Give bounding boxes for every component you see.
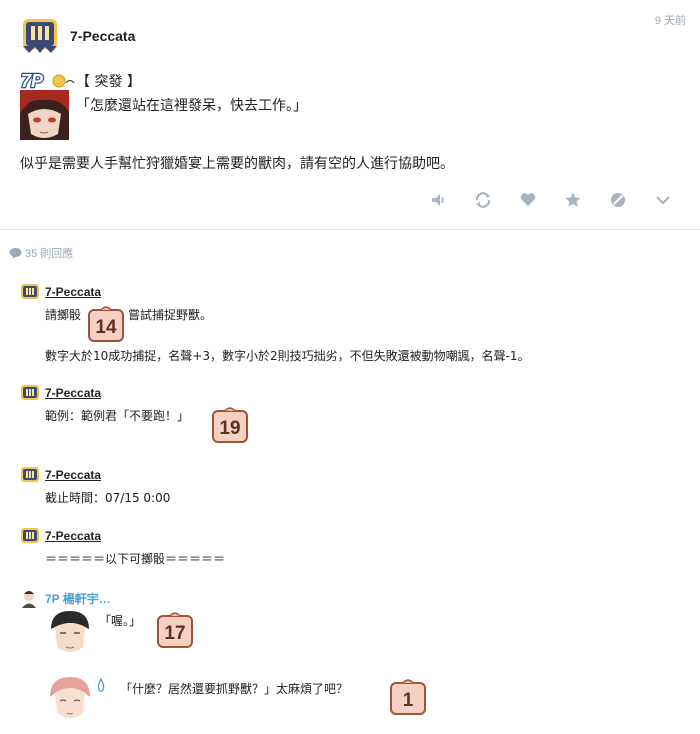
comment-author[interactable]: 7P 楊軒宇… [45, 590, 111, 607]
post-time: 9 天前 [654, 15, 686, 27]
dice-result: 17 [156, 611, 194, 649]
post-body: 似乎是需要人手幫忙狩獵婚宴上需要的獸肉，請有空的人進行協助吧。 [20, 156, 454, 172]
post-actions [420, 190, 680, 212]
character-portrait [45, 609, 95, 657]
repost-icon[interactable] [473, 190, 493, 210]
sweat-drop-icon [97, 677, 105, 693]
block-icon[interactable] [608, 190, 628, 210]
dice-number: 19 [219, 418, 241, 439]
comment-avatar[interactable] [19, 283, 41, 301]
post-author[interactable]: 7-Peccata [70, 28, 135, 44]
comment-text: 數字大於10成功捕捉，名聲+3，數字小於2則技巧拙劣，不但失敗還被動物嘲諷，名聲… [45, 349, 530, 363]
post-tag: 【 突發 】 [76, 74, 141, 90]
speaker-icon[interactable] [428, 190, 448, 210]
comment-text: 請擲骰 [45, 308, 82, 322]
comment-text: 範例：範例君「不要跑！」 [45, 409, 190, 423]
user-avatar[interactable] [19, 588, 39, 608]
guild-emblem-avatar[interactable] [19, 16, 61, 54]
comment-count[interactable]: 35 則回應 [9, 245, 73, 261]
comment-text: 截止時間：07/15 0:00 [45, 491, 171, 505]
dice-result: 14 [87, 305, 125, 343]
comment-avatar[interactable] [19, 466, 41, 484]
comment-text: 「喔。」 [99, 614, 142, 628]
comment-count-label: 35 則回應 [25, 248, 74, 260]
comment-text: 「什麼？居然還要抓野獸？」太麻煩了吧？ [120, 682, 349, 696]
dice-number: 17 [164, 623, 186, 644]
character-portrait [45, 675, 95, 723]
star-icon[interactable] [563, 190, 583, 210]
dice-result: 19 [211, 406, 249, 444]
comment-author[interactable]: 7-Peccata [45, 529, 101, 543]
dice-result: 1 [389, 678, 427, 716]
7p-logo: 7P [20, 70, 75, 91]
comment-avatar[interactable] [19, 384, 41, 402]
character-portrait [20, 90, 69, 140]
svg-text:7P: 7P [21, 71, 44, 91]
comment-author[interactable]: 7-Peccata [45, 468, 101, 482]
comment-text: ＝＝＝＝＝以下可擲骰＝＝＝＝＝ [45, 552, 226, 566]
comment-avatar[interactable] [19, 527, 41, 545]
heart-icon[interactable] [518, 190, 538, 210]
dice-number: 14 [95, 317, 117, 338]
chevron-down-icon[interactable] [653, 190, 673, 210]
post-card: 7-Peccata 9 天前 7P 【 突發 】 「怎麼還站在這裡發呆，快去工作… [0, 0, 700, 230]
comment-author[interactable]: 7-Peccata [45, 386, 101, 400]
comment-author[interactable]: 7-Peccata [45, 285, 101, 299]
dice-number: 1 [402, 690, 414, 711]
comment-text: 嘗試捕捉野獸。 [128, 308, 213, 322]
comment-bubble-icon [9, 248, 22, 259]
post-quote: 「怎麼還站在這裡發呆，快去工作。」 [76, 98, 307, 114]
